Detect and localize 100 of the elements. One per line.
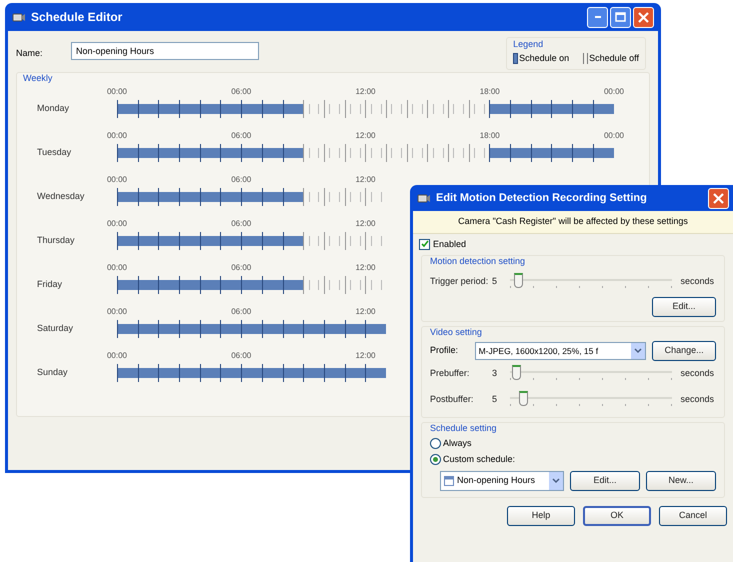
hour-slot[interactable] bbox=[158, 320, 180, 338]
radio-button[interactable] bbox=[430, 438, 441, 449]
hour-slot[interactable] bbox=[138, 188, 158, 206]
profile-dropdown[interactable]: M-JPEG, 1600x1200, 25%, 15 f bbox=[474, 342, 646, 360]
hour-slot[interactable] bbox=[572, 144, 593, 162]
hour-slot[interactable] bbox=[117, 188, 138, 206]
hour-slot[interactable] bbox=[200, 144, 220, 162]
hour-slot[interactable] bbox=[179, 144, 200, 162]
hour-slot[interactable] bbox=[262, 320, 282, 338]
hour-slot[interactable] bbox=[282, 276, 304, 294]
dialog-button[interactable]: Change... bbox=[652, 341, 716, 361]
hour-slot[interactable] bbox=[344, 364, 366, 382]
slider-thumb[interactable] bbox=[518, 391, 528, 406]
hour-slot[interactable] bbox=[179, 100, 200, 118]
hour-slot[interactable] bbox=[220, 144, 242, 162]
hour-slot[interactable] bbox=[241, 100, 262, 118]
hour-slot[interactable] bbox=[158, 232, 180, 250]
hour-slot[interactable] bbox=[365, 364, 386, 382]
hour-slot[interactable] bbox=[282, 364, 304, 382]
hour-slot[interactable] bbox=[324, 320, 345, 338]
hour-slot[interactable] bbox=[241, 276, 262, 294]
hour-slot[interactable] bbox=[158, 276, 180, 294]
hour-slot[interactable] bbox=[282, 100, 304, 118]
hour-slot[interactable] bbox=[241, 144, 262, 162]
hour-slot[interactable] bbox=[262, 144, 282, 162]
hour-slot[interactable] bbox=[220, 276, 242, 294]
dialog-button[interactable]: Help bbox=[507, 506, 575, 526]
name-field[interactable]: Non-opening Hours bbox=[71, 42, 259, 60]
dialog-button[interactable]: Cancel bbox=[659, 506, 727, 526]
hour-slot[interactable] bbox=[179, 320, 200, 338]
hour-slot[interactable] bbox=[117, 276, 138, 294]
close-button[interactable] bbox=[633, 6, 654, 28]
hour-slot[interactable] bbox=[138, 364, 158, 382]
hour-slot[interactable] bbox=[303, 320, 324, 338]
hour-slot[interactable] bbox=[282, 232, 304, 250]
hour-slot[interactable] bbox=[138, 144, 158, 162]
hour-slot[interactable] bbox=[592, 144, 614, 162]
hour-slot[interactable] bbox=[282, 320, 304, 338]
hour-slot[interactable] bbox=[551, 100, 572, 118]
hour-slot[interactable] bbox=[489, 100, 510, 118]
hour-slot[interactable] bbox=[282, 188, 304, 206]
hour-slot[interactable] bbox=[241, 232, 262, 250]
hour-slot[interactable] bbox=[572, 100, 593, 118]
minimize-button[interactable] bbox=[587, 6, 608, 28]
hour-slot[interactable] bbox=[158, 144, 180, 162]
hour-slot[interactable] bbox=[241, 320, 262, 338]
hour-slot[interactable] bbox=[344, 320, 366, 338]
hour-slot[interactable] bbox=[117, 232, 138, 250]
hour-slot[interactable] bbox=[138, 320, 158, 338]
hour-slot[interactable] bbox=[117, 364, 138, 382]
hour-slot[interactable] bbox=[138, 100, 158, 118]
hour-slot[interactable] bbox=[158, 188, 180, 206]
radio-button[interactable] bbox=[430, 454, 441, 465]
hour-slot[interactable] bbox=[220, 364, 242, 382]
hour-slot[interactable] bbox=[510, 144, 531, 162]
hour-slot[interactable] bbox=[138, 232, 158, 250]
close-button[interactable] bbox=[708, 188, 729, 208]
hour-slot[interactable] bbox=[303, 364, 324, 382]
hour-slot[interactable] bbox=[530, 100, 552, 118]
dialog-button[interactable]: New... bbox=[646, 470, 716, 490]
hour-slot[interactable] bbox=[262, 276, 282, 294]
hour-slot[interactable] bbox=[592, 100, 614, 118]
maximize-button[interactable] bbox=[610, 6, 631, 28]
enabled-checkbox[interactable] bbox=[419, 238, 430, 250]
hour-slot[interactable] bbox=[262, 364, 282, 382]
hour-slot[interactable] bbox=[138, 276, 158, 294]
hour-slot[interactable] bbox=[220, 100, 242, 118]
hour-slot[interactable] bbox=[220, 320, 242, 338]
hour-slot[interactable] bbox=[117, 144, 138, 162]
hour-slot[interactable] bbox=[262, 188, 282, 206]
hour-slot[interactable] bbox=[117, 320, 138, 338]
dialog-button[interactable]: Edit... bbox=[570, 470, 640, 490]
hour-slot[interactable] bbox=[551, 144, 572, 162]
hour-slot[interactable] bbox=[200, 232, 220, 250]
hour-slot[interactable] bbox=[179, 188, 200, 206]
slider-thumb[interactable] bbox=[512, 365, 522, 380]
hour-slot[interactable] bbox=[200, 276, 220, 294]
hour-slot[interactable] bbox=[179, 364, 200, 382]
hour-slot[interactable] bbox=[365, 320, 386, 338]
slider-thumb[interactable] bbox=[514, 272, 524, 288]
dialog-button[interactable]: OK bbox=[583, 506, 651, 526]
hour-slot[interactable] bbox=[200, 188, 220, 206]
hour-slot[interactable] bbox=[158, 100, 180, 118]
hour-slot[interactable] bbox=[200, 364, 220, 382]
hour-slot[interactable] bbox=[158, 364, 180, 382]
hour-slot[interactable] bbox=[220, 188, 242, 206]
hour-slot[interactable] bbox=[282, 144, 304, 162]
hour-slot[interactable] bbox=[200, 100, 220, 118]
hour-slot[interactable] bbox=[262, 100, 282, 118]
hour-slot[interactable] bbox=[489, 144, 510, 162]
hour-slot[interactable] bbox=[510, 100, 531, 118]
schedule-dropdown[interactable]: Non-opening Hours bbox=[440, 470, 564, 490]
hour-slot[interactable] bbox=[220, 232, 242, 250]
hour-slot[interactable] bbox=[241, 364, 262, 382]
hour-slot[interactable] bbox=[179, 276, 200, 294]
hour-slot[interactable] bbox=[530, 144, 552, 162]
dialog-button[interactable]: Edit... bbox=[652, 296, 716, 316]
hour-slot[interactable] bbox=[200, 320, 220, 338]
hour-slot[interactable] bbox=[262, 232, 282, 250]
hour-slot[interactable] bbox=[179, 232, 200, 250]
